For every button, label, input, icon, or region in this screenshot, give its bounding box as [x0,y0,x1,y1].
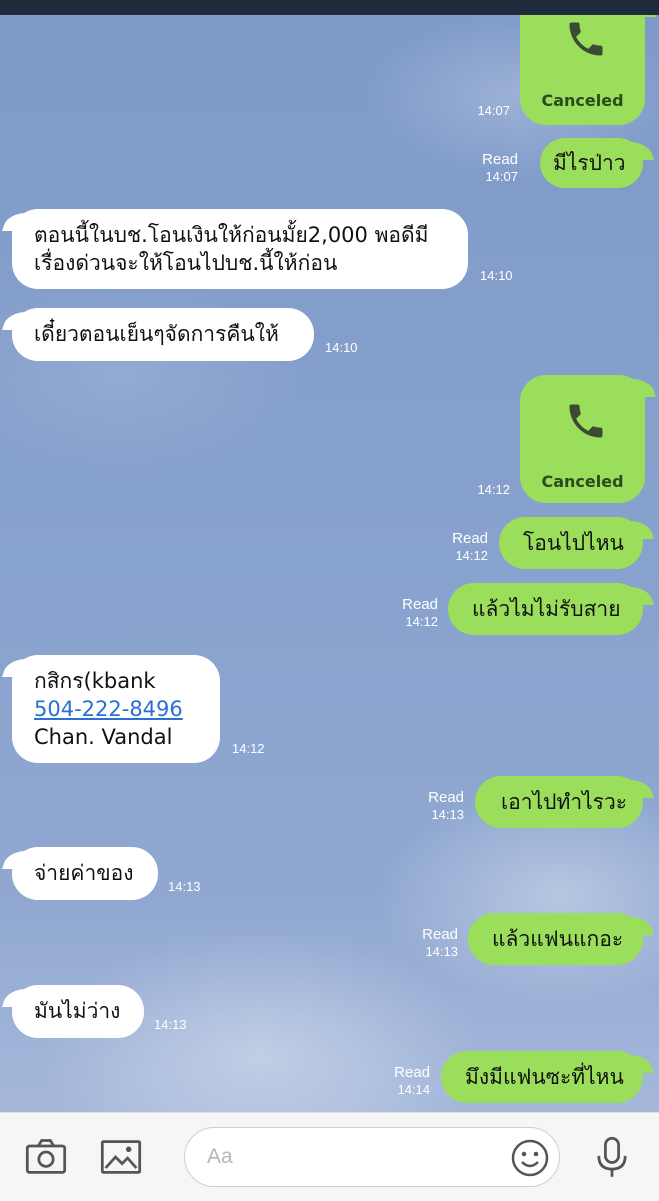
call-status-label: Canceled [541,472,624,491]
message-bubble[interactable]: เดี๋ยวตอนเย็นๆจัดการคืนให้ [12,308,314,361]
message-time: 14:12 [477,482,510,497]
message-text: โอนไปไหน [523,531,624,555]
read-receipt: Read [422,926,458,943]
message-text: มันไม่ว่าง [34,999,121,1023]
message-text-line: Chan. Vandal [34,725,173,749]
message-time: 14:07 [477,103,510,118]
message-text: เดี๋ยวตอนเย็นๆจัดการคืนให้ [34,322,279,346]
message-bubble[interactable]: มีไรป่าว [540,138,643,188]
message-bubble[interactable]: แล้วแฟนแกอะ [468,913,643,965]
message-text: มึงมีแฟนซะที่ไหน [465,1065,624,1089]
message-bubble[interactable]: โอนไปไหน [499,517,643,569]
call-bubble[interactable]: Canceled [520,15,645,125]
phone-icon [569,22,603,56]
message-text: จ่ายค่าของ [34,861,134,885]
message-bubble[interactable]: มันไม่ว่าง [12,985,144,1038]
call-status-label: Canceled [541,91,624,110]
message-meta: Read 14:13 [412,789,464,823]
message-bubble[interactable]: กสิกร(kbank 504-222-8496 Chan. Vandal [12,655,220,763]
message-meta: Read 14:12 [386,596,438,630]
message-meta: Read 14:14 [378,1064,430,1098]
read-receipt: Read [402,596,438,613]
message-time: 14:10 [325,340,358,355]
camera-icon[interactable] [24,1135,68,1179]
read-receipt: Read [428,789,464,806]
read-receipt: Read [482,151,518,168]
message-text: เอาไปทำไรวะ [501,790,628,814]
message-time: 14:10 [480,268,513,283]
message-text: แล้วไมไม่รับสาย [472,597,621,621]
message-text: มีไรป่าว [553,151,626,175]
microphone-icon[interactable] [590,1133,634,1181]
message-input-placeholder: Aa [207,1145,233,1168]
image-icon[interactable] [98,1135,144,1179]
call-bubble[interactable]: Canceled [520,375,645,503]
message-time: 14:12 [232,741,265,756]
account-number-link[interactable]: 504-222-8496 [34,695,220,723]
message-time: 14:13 [154,1017,187,1032]
message-text-line: กสิกร(kbank [34,669,156,693]
message-time: 14:13 [168,879,201,894]
message-input[interactable]: Aa [184,1127,560,1187]
message-meta: Read 14:07 [466,151,518,185]
message-bubble[interactable]: ตอนนี้ในบช.โอนเงินให้ก่อนมั้ย2,000 พอดีม… [12,209,468,289]
message-text-line: เรื่องด่วนจะให้โอนไปบช.นี้ให้ก่อน [34,251,338,275]
phone-icon [569,404,603,438]
message-text: แล้วแฟนแกอะ [492,927,624,951]
chat-area[interactable]: Canceled 14:07 มีไรป่าว Read 14:07 ตอนนี… [0,15,659,1112]
message-composer: Aa [0,1112,659,1201]
message-text-line: ตอนนี้ในบช.โอนเงินให้ก่อนมั้ย2,000 พอดีม… [34,223,429,247]
message-meta: Read 14:12 [436,530,488,564]
message-bubble[interactable]: แล้วไมไม่รับสาย [448,583,643,635]
message-meta: Read 14:13 [406,926,458,960]
read-receipt: Read [394,1064,430,1081]
message-bubble[interactable]: เอาไปทำไรวะ [475,776,643,828]
read-receipt: Read [452,530,488,547]
emoji-icon[interactable] [510,1138,550,1178]
status-bar [0,0,659,15]
message-bubble[interactable]: มึงมีแฟนซะที่ไหน [441,1051,643,1103]
message-bubble[interactable]: จ่ายค่าของ [12,847,158,900]
